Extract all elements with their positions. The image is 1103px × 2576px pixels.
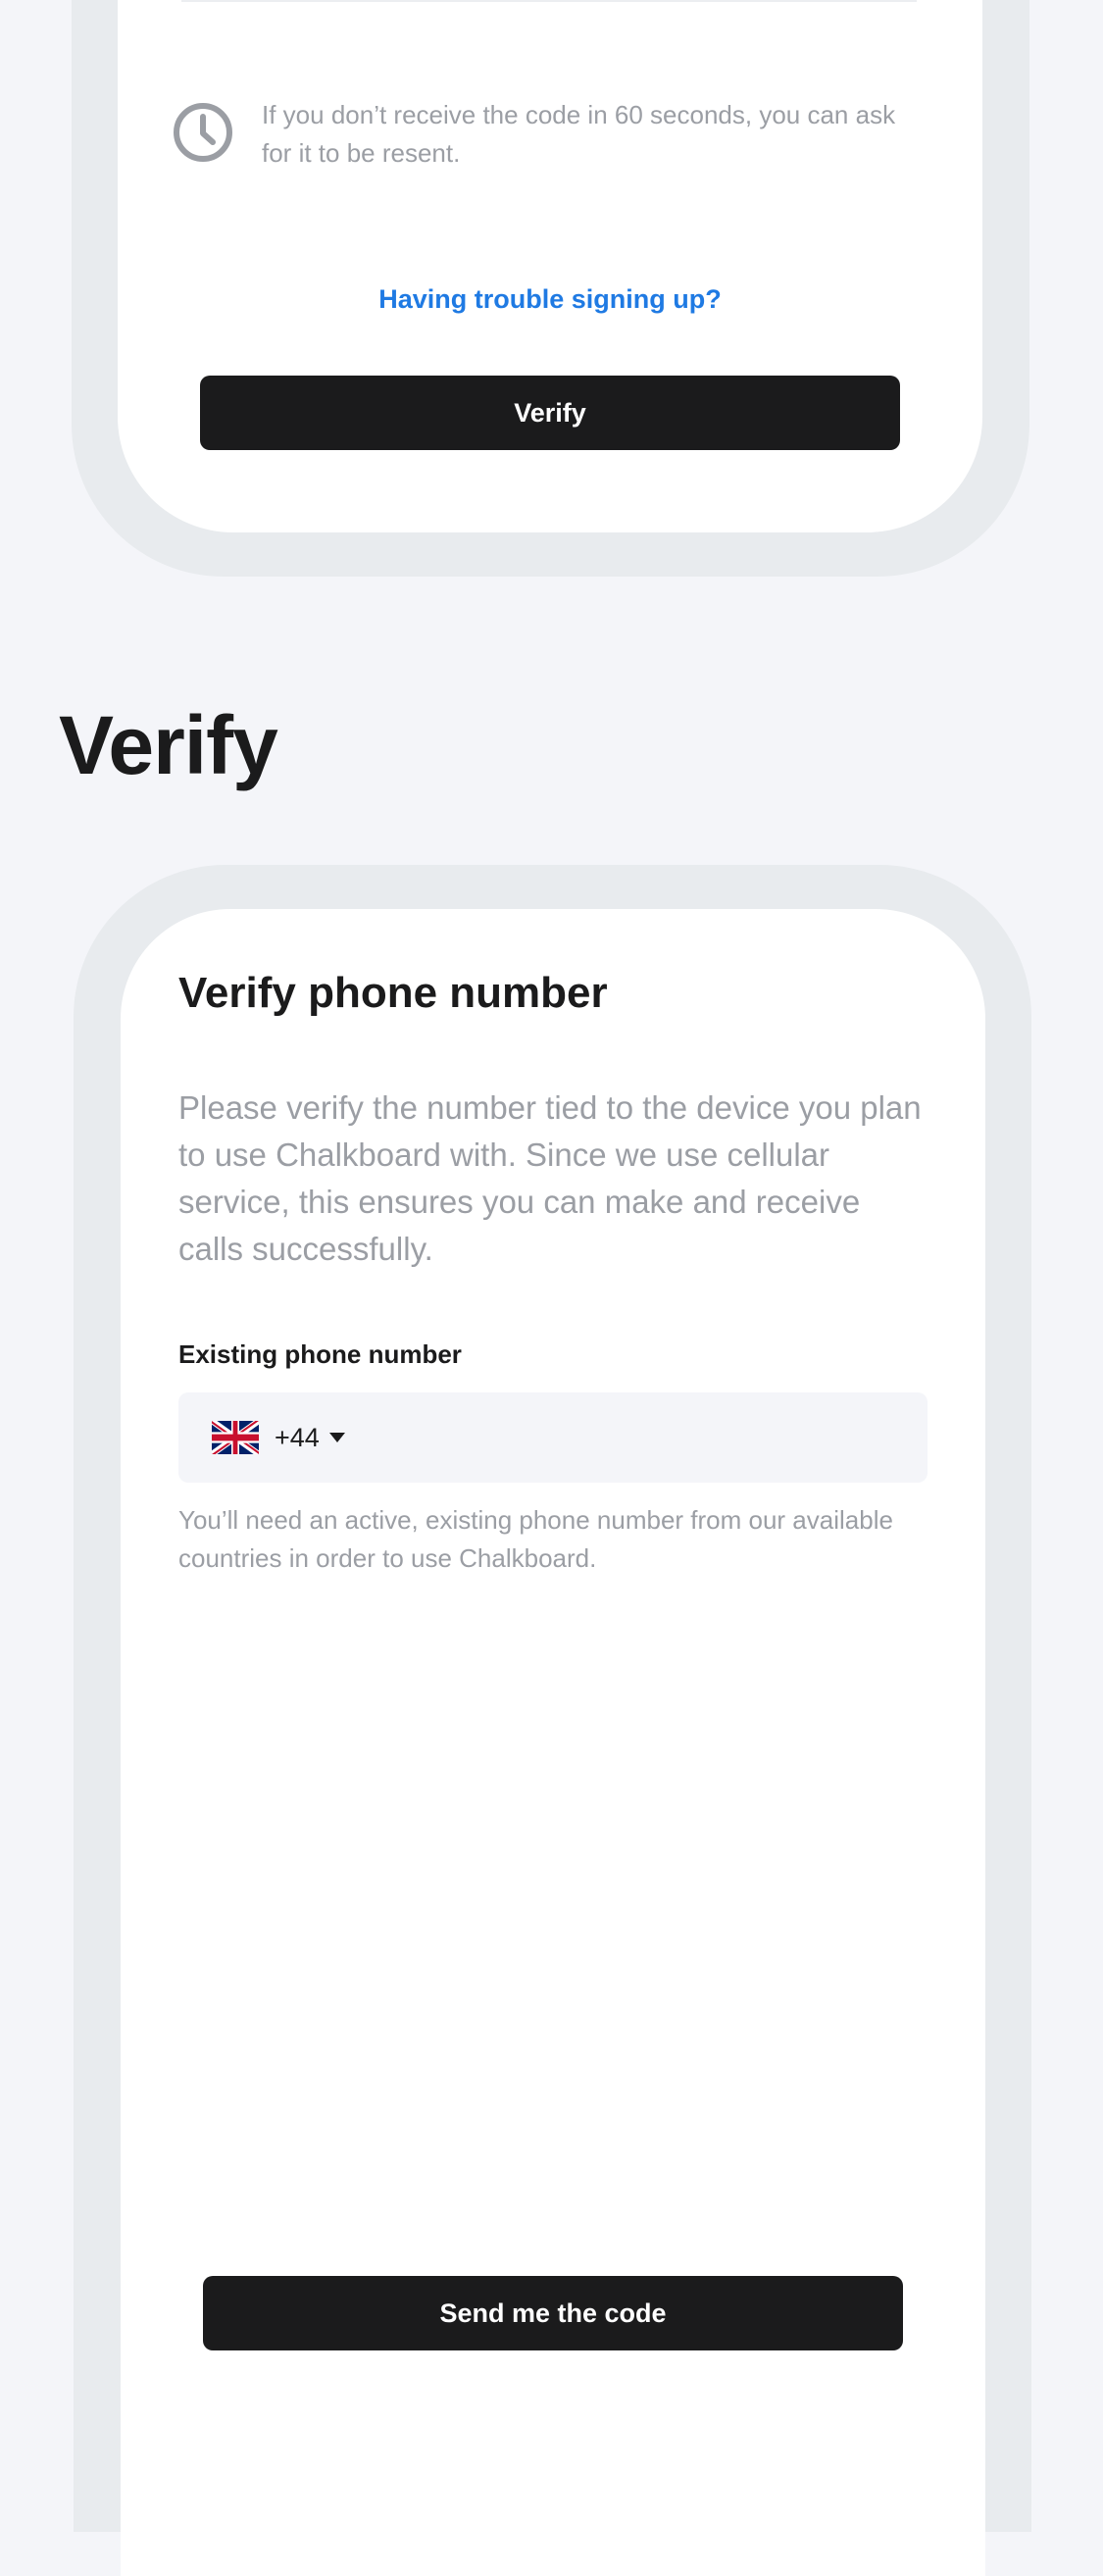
section-heading: Verify <box>59 699 278 791</box>
send-code-button[interactable]: Send me the code <box>203 2276 903 2350</box>
phone-screen-top <box>118 0 982 532</box>
country-code-selector[interactable]: +44 <box>212 1392 345 1483</box>
resend-note: If you don’t receive the code in 60 seco… <box>262 100 896 168</box>
trouble-signing-up-link[interactable]: Having trouble signing up? <box>118 284 982 315</box>
verify-button[interactable]: Verify <box>200 376 900 450</box>
phone-field-label: Existing phone number <box>178 1339 462 1369</box>
caret-down-icon <box>328 1433 345 1442</box>
phone-helper-text: You’ll need an active, existing phone nu… <box>178 1505 893 1573</box>
phone-number-input[interactable]: +44 <box>178 1392 928 1483</box>
input-underline <box>181 0 917 2</box>
dial-code: +44 <box>275 1422 320 1452</box>
page-description: Please verify the number tied to the dev… <box>178 1089 922 1267</box>
clock-icon <box>174 103 232 162</box>
uk-flag-icon <box>212 1421 259 1454</box>
page-title: Verify phone number <box>178 969 608 1017</box>
